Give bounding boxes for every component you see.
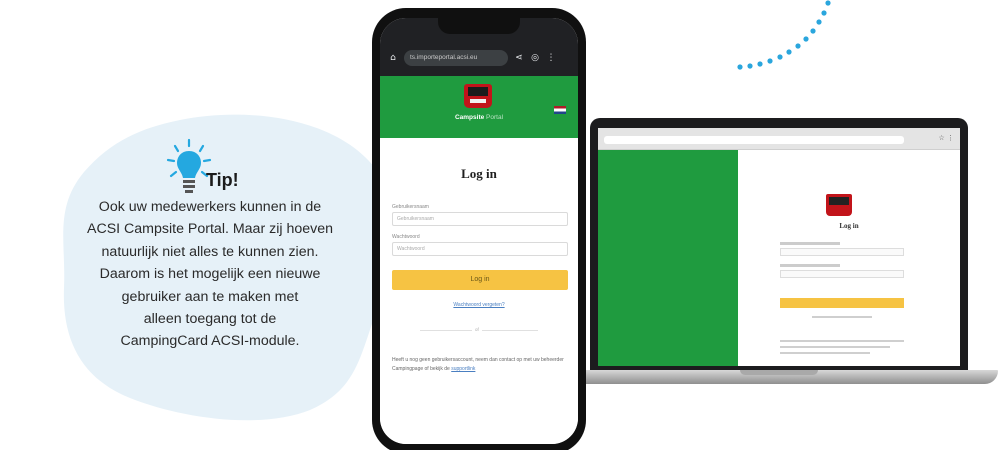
laptop-info-text [780,352,870,354]
laptop-login-button[interactable] [780,298,904,308]
laptop-username-input[interactable] [780,248,904,256]
laptop-info-text [780,346,890,348]
tip-line: CampingCard ACSI-module. [120,333,300,350]
divider: of [420,327,538,332]
phone-portal-header: Campsite Portal [380,76,578,138]
info-text: Heeft u nog geen gebruikersaccount, neem… [392,357,564,372]
laptop-password-label [780,264,840,267]
username-input[interactable]: Gebruikersnaam [392,212,568,226]
laptop-browser-icons: ☆ ⋮ [938,134,954,142]
laptop-forgot-link[interactable] [812,316,872,318]
laptop-login-title: Log in [839,222,859,230]
laptop-green-panel [598,150,738,366]
laptop-login-panel: Log in [738,150,960,366]
menu-icon[interactable]: ⋮ [546,53,556,63]
login-title: Log in [461,166,497,181]
dotted-arc-decoration [737,0,831,70]
language-flag-icon[interactable] [554,106,566,114]
tip-title: Tip! [206,170,239,190]
tip-line: gebruiker aan te maken met [121,288,299,305]
laptop-hinge [740,370,818,375]
share-icon[interactable]: ⋖ [514,53,524,63]
phone-mockup: ⌂ ts.importeportal.acsi.eu ⋖ ◎ ⋮ Campsit… [372,8,586,450]
laptop-info-text [780,340,904,342]
laptop-mockup: ☆ ⋮ Log in [560,118,998,398]
brand-main: Campsite [454,114,485,121]
portal-brand: Campsite Portal [380,114,578,121]
phone-browser-bar: ⌂ ts.importeportal.acsi.eu ⋖ ◎ ⋮ [388,48,570,68]
tip-line: Daarom is het mogelijk een nieuwe [99,266,321,283]
tip-text: Ook uw medewerkers kunnen in de ACSI Cam… [62,196,358,353]
tip-line: Ook uw medewerkers kunnen in de [98,199,322,215]
phone-login-form: Log in Gebruikersnaam Gebruikersnaam Wac… [380,138,578,444]
laptop-browser-bar: ☆ ⋮ [598,128,960,150]
home-icon[interactable]: ⌂ [388,53,398,63]
forgot-password-link[interactable]: Wachtwoord vergeten? [380,302,578,308]
phone-screen: ⌂ ts.importeportal.acsi.eu ⋖ ◎ ⋮ Campsit… [380,18,578,444]
password-label: Wachtwoord [392,234,420,240]
support-link[interactable]: supportlink [451,366,475,372]
username-label: Gebruikersnaam [392,204,429,210]
account-info-text: Heeft u nog geen gebruikersaccount, neem… [392,356,568,374]
divider-label: of [472,327,482,332]
login-button[interactable]: Log in [392,270,568,290]
tip-line: natuurlijk niet alles te kunnen zien. [101,243,319,260]
brand-accent: Portal [486,114,504,121]
laptop-username-label [780,242,840,245]
acsi-logo [826,194,852,216]
phone-address-bar[interactable]: ts.importeportal.acsi.eu [404,50,508,66]
phone-notch [438,18,520,34]
tabs-icon[interactable]: ◎ [530,53,540,63]
laptop-screen: ☆ ⋮ Log in [598,128,960,366]
laptop-address-bar[interactable] [604,136,904,144]
tip-line: ACSI Campsite Portal. Maar zij hoeven [86,221,334,238]
password-input[interactable]: Wachtwoord [392,242,568,256]
tip-line: alleen toegang tot de [143,311,277,328]
phone-status-area: ⌂ ts.importeportal.acsi.eu ⋖ ◎ ⋮ [380,18,578,76]
laptop-password-input[interactable] [780,270,904,278]
promo-stage: Tip! Ook uw medewerkers kunnen in de ACS… [0,0,998,450]
acsi-logo [464,84,492,108]
